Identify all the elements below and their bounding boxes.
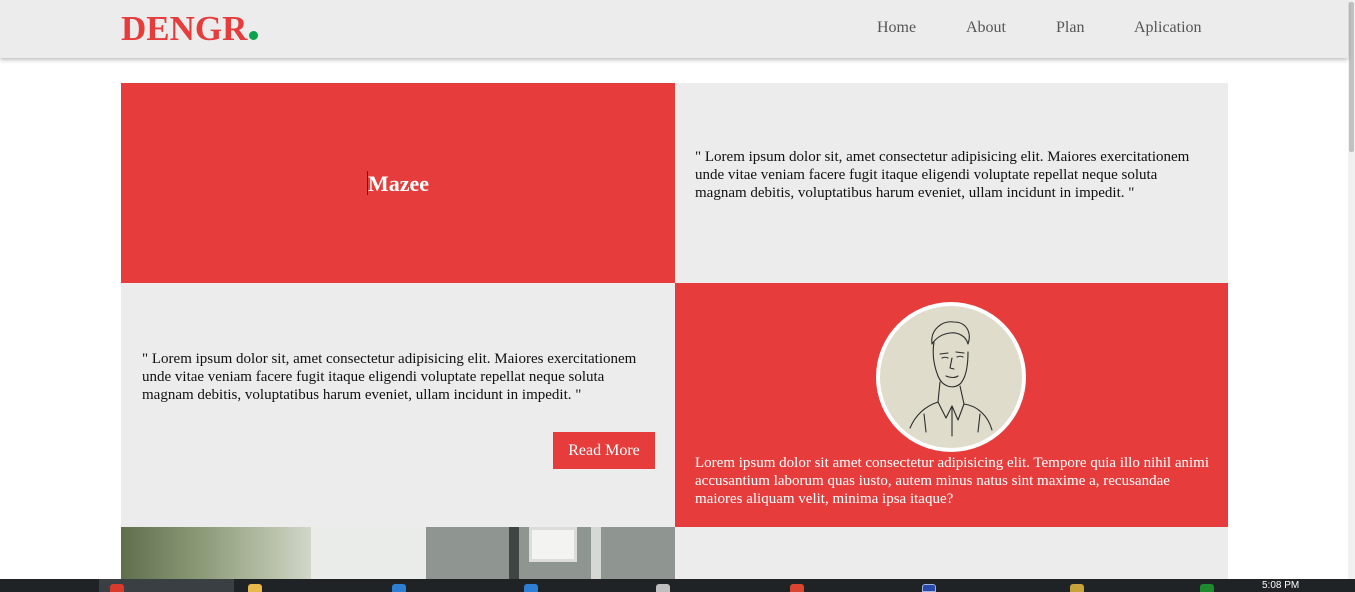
next-card <box>675 527 1228 579</box>
photo-window-frame <box>509 527 519 579</box>
photo-card <box>121 527 675 579</box>
nav-aplication-link[interactable]: Aplication <box>1134 18 1202 38</box>
app-icon[interactable] <box>1200 584 1214 592</box>
app-icon[interactable] <box>1070 584 1084 592</box>
scrollbar-thumb[interactable] <box>1349 2 1354 152</box>
quote-card-left: " Lorem ipsum dolor sit, amet consectetu… <box>121 283 675 527</box>
photo-sky-region <box>311 527 431 579</box>
app-icon[interactable] <box>656 584 670 592</box>
taskbar-clock[interactable]: 5:08 PM <box>1262 580 1299 591</box>
avatar <box>876 302 1026 452</box>
nav-home-link[interactable]: Home <box>877 18 916 38</box>
app-icon[interactable] <box>524 584 538 592</box>
chrome-icon[interactable] <box>110 584 124 592</box>
app-icon[interactable] <box>922 584 936 592</box>
title-card: Mazee <box>121 83 675 283</box>
quote-text: " Lorem ipsum dolor sit, amet consectetu… <box>695 149 1190 201</box>
person-sketch-icon <box>909 321 993 437</box>
quote-card-right: " Lorem ipsum dolor sit, amet consectetu… <box>675 83 1228 283</box>
title-card-heading: Mazee <box>121 171 675 197</box>
folder-icon[interactable] <box>248 584 262 592</box>
photo-tree-region <box>121 527 321 579</box>
site-header: DENGR Home About Plan Aplication <box>0 0 1348 58</box>
title-card-title: Mazee <box>367 171 430 196</box>
quote-text: " Lorem ipsum dolor sit, amet consectetu… <box>142 351 637 403</box>
photo-window <box>529 527 577 562</box>
profile-description: Lorem ipsum dolor sit amet consectetur a… <box>695 455 1209 507</box>
nav-plan-link[interactable]: Plan <box>1056 18 1084 38</box>
profile-card: Lorem ipsum dolor sit amet consectetur a… <box>675 283 1228 527</box>
page-scrollbar[interactable] <box>1348 0 1355 579</box>
photo-window-frame <box>591 527 601 579</box>
main-nav: Home About Plan Aplication <box>0 18 1348 38</box>
avatar-sketch-image <box>880 306 1022 448</box>
read-more-button[interactable]: Read More <box>553 432 655 469</box>
edge-icon[interactable] <box>392 584 406 592</box>
app-icon[interactable] <box>790 584 804 592</box>
os-taskbar: 5:08 PM <box>0 579 1355 592</box>
nav-about-link[interactable]: About <box>966 18 1006 38</box>
